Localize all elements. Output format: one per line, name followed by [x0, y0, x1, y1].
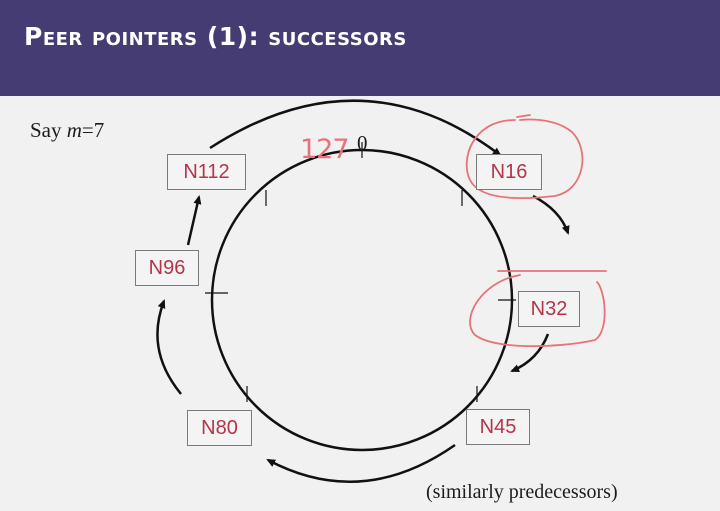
arrow-n80-to-n96 — [156, 299, 182, 395]
similarly-predecessors-note: (similarly predecessors) — [426, 481, 618, 503]
arrow-n112-to-n16 — [209, 99, 502, 157]
zero-position-label: 0 — [357, 131, 368, 155]
node-n32: N32 — [518, 291, 580, 327]
say-prefix: Say — [30, 118, 67, 142]
node-n96: N96 — [135, 250, 199, 286]
ring-diagram: 127 — [156, 99, 607, 483]
node-n45: N45 — [466, 409, 530, 445]
arrow-n32-to-n45 — [510, 333, 550, 373]
ring-ticks — [205, 142, 516, 402]
say-value: =7 — [81, 118, 105, 142]
node-n112: N112 — [167, 154, 246, 190]
node-n16: N16 — [476, 154, 542, 190]
node-n80: N80 — [187, 410, 252, 446]
arrow-n16-to-n32 — [532, 194, 570, 235]
stroke-above-n16 — [516, 114, 531, 118]
annotation-127: 127 — [300, 134, 349, 165]
say-variable: m — [66, 118, 82, 142]
chord-ring — [210, 148, 514, 452]
ring-size-label: Say m=7 — [30, 118, 104, 143]
arrow-n96-to-n112 — [186, 195, 202, 246]
